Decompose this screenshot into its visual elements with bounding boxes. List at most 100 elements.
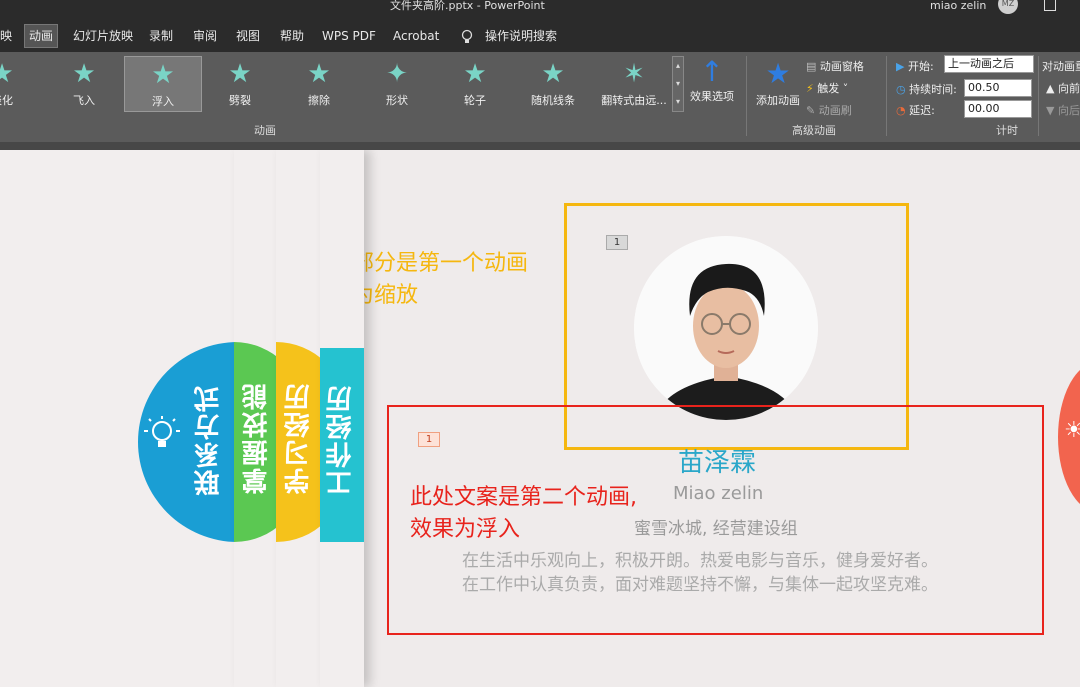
anim-label: 淡化 xyxy=(0,94,13,107)
tab-view[interactable]: 视图 xyxy=(236,26,260,46)
group-advanced-label: 高级动画 xyxy=(792,124,836,137)
tab-wps-pdf[interactable]: WPS PDF xyxy=(322,26,376,46)
ribbon-animations: ★ 淡化 ★ 飞入 ★ 浮入 ★ 劈裂 ★ 擦除 ✦ 形状 ★ 轮子 ★ 随机线条 ✶ 翻转式由远… xyxy=(0,52,1080,142)
subtitle[interactable]: 蜜雪冰城, 经营建设组 xyxy=(634,514,798,539)
anim-wipe[interactable]: ★ 擦除 xyxy=(283,56,355,112)
description-line1[interactable]: 在生活中乐观向上，积极开朗。热爱电影与音乐，健身爱好者。 xyxy=(462,546,938,571)
note-red: 此处文案是第二个动画, 效果为浮入 xyxy=(410,482,637,546)
trigger-label: 触发 xyxy=(817,82,840,95)
animation-pane-label: 动画窗格 xyxy=(819,60,864,73)
group-animation-label: 动画 xyxy=(254,124,276,137)
anim-shape[interactable]: ✦ 形状 xyxy=(361,56,433,112)
note-red-line1: 此处文案是第二个动画, xyxy=(410,485,637,510)
tab-slideshow[interactable]: 幻灯片放映 xyxy=(73,26,133,46)
tab-help[interactable]: 帮助 xyxy=(280,26,304,46)
delay-input[interactable]: 00.00 xyxy=(964,100,1032,118)
anim-label: 擦除 xyxy=(308,94,330,107)
name-cn[interactable]: 苗泽霖 xyxy=(678,442,756,479)
anim-label: 形状 xyxy=(386,94,408,107)
delay-text: 延迟: xyxy=(909,104,935,117)
avatar[interactable]: MZ xyxy=(998,0,1018,14)
tab-record[interactable]: 录制 xyxy=(149,26,173,46)
effect-options-label: 效果选项 xyxy=(690,90,734,103)
star-wheel-icon: ★ xyxy=(463,59,487,89)
move-later-button[interactable]: ▼ 向后 xyxy=(1046,102,1080,118)
animation-pane-button[interactable]: ▤ 动画窗格 xyxy=(806,58,864,74)
tab-work[interactable]: 工作经历 xyxy=(320,348,364,542)
ribbon-divider xyxy=(0,142,1080,150)
star-wipe-icon: ★ xyxy=(307,59,331,89)
tab-acrobat[interactable]: Acrobat xyxy=(393,26,439,46)
anim-wheel[interactable]: ★ 轮子 xyxy=(439,56,511,112)
tab-skills-label: 掌握技能 xyxy=(242,382,272,494)
start-select[interactable]: 上一动画之后 xyxy=(944,55,1034,73)
name-en[interactable]: Miao zelin xyxy=(673,483,763,504)
tab-animations[interactable]: 动画 xyxy=(24,24,59,48)
anim-flip[interactable]: ✶ 翻转式由远... xyxy=(595,56,673,112)
duration-text: 持续时间: xyxy=(909,83,957,96)
anim-label: 劈裂 xyxy=(229,94,251,107)
tab-contact-label: 联系方式 xyxy=(194,384,224,496)
start-text: 开始: xyxy=(907,60,934,73)
lightning-icon: ⚡ xyxy=(806,82,814,95)
brush-icon: ✎ xyxy=(806,104,816,117)
gallery-scroll[interactable]: ▴ ▾ ▾ xyxy=(672,56,684,112)
star-fly-icon: ★ xyxy=(72,59,96,89)
animation-order-badge[interactable]: 1 xyxy=(606,235,628,250)
star-flip-icon: ✶ xyxy=(623,59,645,89)
anim-label: 随机线条 xyxy=(531,94,575,107)
play-icon: ▶ xyxy=(896,60,905,73)
add-star-icon: ★ xyxy=(765,57,791,90)
separator xyxy=(886,56,887,136)
description-line2[interactable]: 在工作中认真负责，面对难题坚持不懈，与集体一起攻坚克难。 xyxy=(462,570,938,595)
anim-fly-in[interactable]: ★ 飞入 xyxy=(48,56,120,112)
add-animation-label: 添加动画 xyxy=(756,94,800,107)
reorder-label: 对动画重 xyxy=(1042,60,1080,73)
separator xyxy=(746,56,747,136)
duration-input[interactable]: 00.50 xyxy=(964,79,1032,97)
tab-transitions[interactable]: 映 xyxy=(0,26,12,46)
ribbon-display-icon[interactable] xyxy=(1044,0,1056,11)
trigger-button[interactable]: ⚡ 触发 ˅ xyxy=(806,80,848,96)
star-lines-icon: ★ xyxy=(541,59,565,89)
tab-review[interactable]: 审阅 xyxy=(193,26,217,46)
duration-label: ◷ 持续时间: xyxy=(896,81,957,97)
timer-icon: ◔ xyxy=(896,104,906,117)
animation-painter-label: 动画刷 xyxy=(818,104,852,117)
arrow-up-icon: ↑ xyxy=(700,55,724,88)
anim-split[interactable]: ★ 劈裂 xyxy=(204,56,276,112)
anim-label: 轮子 xyxy=(464,94,486,107)
anim-random-bars[interactable]: ★ 随机线条 xyxy=(517,56,589,112)
lightbulb-icon xyxy=(144,416,180,447)
clock-icon: ◷ xyxy=(896,83,906,96)
anim-label: 浮入 xyxy=(152,95,174,108)
animation-order-badge[interactable]: 1 xyxy=(418,432,440,447)
window-title: 文件夹高阶.pptx - PowerPoint xyxy=(390,0,545,12)
slide-canvas: 联系方式 掌握技能 学习经历 工作经历 ☀ 1 图片部分是第一个动画 效果为 xyxy=(0,150,1080,687)
group-timing-label: 计时 xyxy=(996,124,1018,137)
move-later-label: 向后 xyxy=(1057,104,1080,117)
move-earlier-button[interactable]: ▲ 向前 xyxy=(1046,80,1080,96)
separator xyxy=(1038,56,1039,136)
pane-icon: ▤ xyxy=(806,60,817,73)
tell-me-search[interactable]: 操作说明搜索 xyxy=(485,26,557,46)
ribbon-tabs: 映 动画 幻灯片放映 录制 审阅 视图 帮助 WPS PDF Acrobat 操… xyxy=(0,14,1080,52)
start-label: ▶ 开始: xyxy=(896,58,934,74)
user-name[interactable]: miao zelin xyxy=(930,0,986,12)
anim-label: 飞入 xyxy=(73,94,95,107)
add-animation-button[interactable]: ★ 添加动画 xyxy=(752,56,804,116)
animation-painter-button[interactable]: ✎ 动画刷 xyxy=(806,102,852,118)
anim-fade[interactable]: ★ 淡化 xyxy=(0,56,38,112)
star-float-icon: ★ xyxy=(151,60,175,90)
tab-work-label: 工作经历 xyxy=(326,384,356,496)
move-earlier-label: 向前 xyxy=(1057,82,1080,95)
title-bar: 文件夹高阶.pptx - PowerPoint miao zelin MZ xyxy=(0,0,1080,14)
anim-float-in[interactable]: ★ 浮入 xyxy=(124,56,202,112)
star-split-icon: ★ xyxy=(228,59,252,89)
lightbulb-icon: ☀ xyxy=(1064,418,1080,443)
tab-right-partial[interactable]: ☀ xyxy=(1058,362,1080,512)
tab-education-label: 学习经历 xyxy=(284,382,314,494)
star-icon: ★ xyxy=(0,59,14,89)
effect-options-button[interactable]: ↑ 效果选项 xyxy=(688,56,736,116)
note-red-line2: 效果为浮入 xyxy=(410,517,521,542)
